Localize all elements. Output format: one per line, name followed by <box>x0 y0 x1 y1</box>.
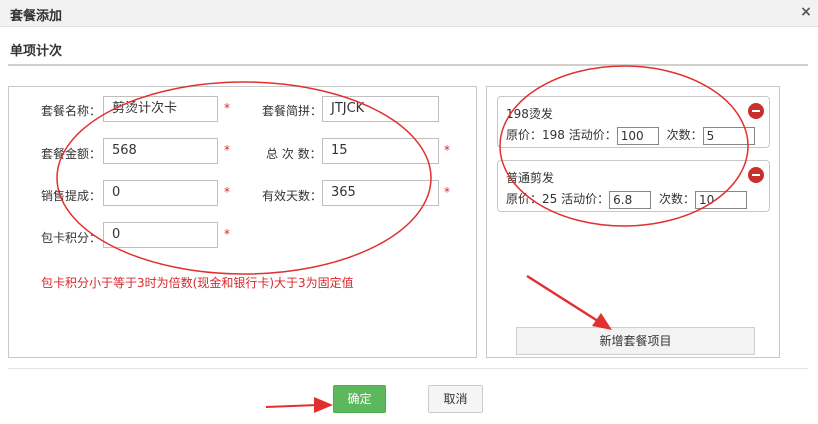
valid-days-label: 有效天数： <box>262 189 323 203</box>
promo-price-label: 活动价： <box>561 192 610 206</box>
cancel-button[interactable]: 取消 <box>428 385 483 413</box>
points-hint: 包卡积分小于等于3时为倍数(现金和银行卡)大于3为固定值 <box>41 276 354 290</box>
total-times-label: 总 次 数： <box>266 147 322 161</box>
section-divider <box>8 64 808 66</box>
close-icon[interactable]: × <box>798 4 814 20</box>
card-points-input[interactable]: 0 <box>103 222 218 248</box>
package-item-card: 普通剪发 原价：25 活动价： 6.8 次数： 10 <box>497 160 770 212</box>
promo-price-input[interactable]: 6.8 <box>609 190 652 209</box>
package-pinyin-input[interactable]: JTJCK <box>322 96 439 122</box>
required-mark: * <box>224 185 230 199</box>
remove-circle-icon[interactable] <box>748 103 764 119</box>
promo-price-label: 活动价： <box>568 128 617 142</box>
sales-commission-input[interactable]: 0 <box>103 180 218 206</box>
item-price-row: 原价：25 活动价： 6.8 次数： 10 <box>506 190 747 209</box>
package-form-panel <box>8 86 477 358</box>
dialog-titlebar: 套餐添加 × <box>0 0 818 27</box>
item-name: 198烫发 <box>506 107 553 121</box>
times-label: 次数： <box>666 128 703 142</box>
required-mark: * <box>444 143 450 157</box>
original-price: 原价：198 <box>506 128 565 142</box>
times-label: 次数： <box>658 192 695 206</box>
required-mark: * <box>224 101 230 115</box>
valid-days-input[interactable]: 365 <box>322 180 439 206</box>
commission-label: 销售提成： <box>41 189 102 203</box>
required-mark: * <box>444 185 450 199</box>
item-name: 普通剪发 <box>506 171 555 185</box>
points-label: 包卡积分： <box>41 231 102 245</box>
amount-label: 套餐金额： <box>41 147 102 161</box>
required-mark: * <box>224 227 230 241</box>
promo-price-input[interactable]: 100 <box>616 126 659 145</box>
original-price: 原价：25 <box>506 192 558 206</box>
pinyin-label: 套餐简拼： <box>262 104 323 118</box>
footer-divider <box>8 368 808 369</box>
times-input[interactable]: 5 <box>702 126 755 145</box>
name-label: 套餐名称： <box>41 104 102 118</box>
times-input[interactable]: 10 <box>694 190 747 209</box>
total-times-input[interactable]: 15 <box>322 138 439 164</box>
required-mark: * <box>224 143 230 157</box>
section-title: 单项计次 <box>10 44 63 59</box>
dialog-title: 套餐添加 <box>10 9 63 24</box>
package-item-card: 198烫发 原价：198 活动价： 100 次数： 5 <box>497 96 770 148</box>
arrow-icon <box>265 397 333 413</box>
remove-circle-icon[interactable] <box>748 167 764 183</box>
add-package-item-button[interactable]: 新增套餐项目 <box>516 327 755 355</box>
item-price-row: 原价：198 活动价： 100 次数： 5 <box>506 126 755 145</box>
confirm-button[interactable]: 确定 <box>333 385 386 413</box>
package-amount-input[interactable]: 568 <box>103 138 218 164</box>
package-name-input[interactable]: 剪烫计次卡 <box>103 96 218 122</box>
